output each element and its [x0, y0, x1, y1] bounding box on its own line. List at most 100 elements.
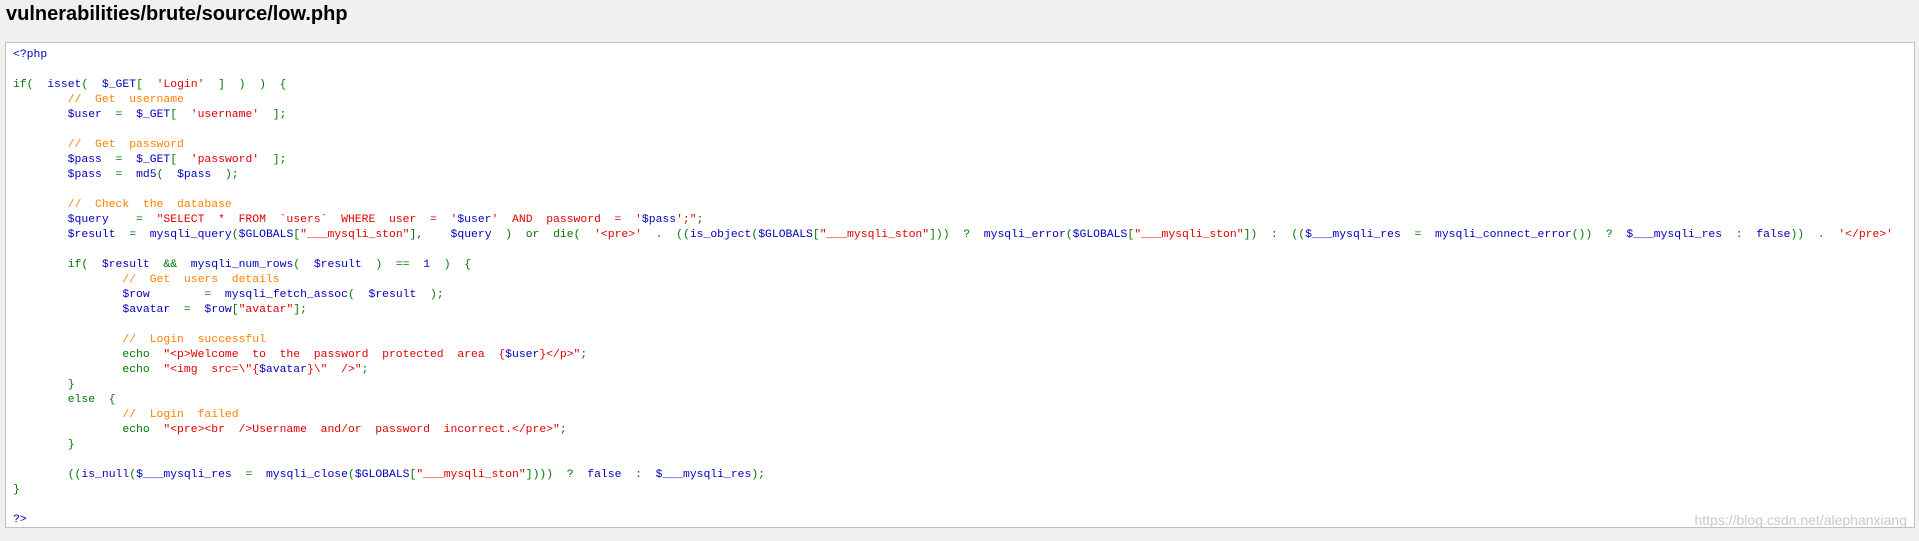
code-token-default: $pass — [641, 214, 677, 226]
code-token-default — [13, 94, 68, 106]
page-title: vulnerabilities/brute/source/low.php — [6, 3, 348, 25]
code-token-default: false — [587, 469, 636, 481]
code-token-keyword: ); — [224, 169, 239, 181]
code-token-html: <?php — [13, 49, 48, 61]
code-token-string: '</pre>' — [1838, 229, 1894, 241]
code-token-default: $result — [13, 229, 130, 241]
code-token-default: $_GET — [136, 154, 171, 166]
code-token-keyword: ; — [580, 349, 588, 361]
code-token-default — [13, 424, 122, 436]
code-token-keyword: : — [635, 469, 656, 481]
code-token-keyword: ( — [1065, 229, 1073, 241]
code-token-keyword: : — [1735, 229, 1757, 241]
code-token-keyword: echo — [122, 349, 164, 361]
code-token-keyword: ( — [156, 169, 178, 181]
code-token-default: mysqli_num_rows — [190, 259, 294, 271]
code-token-default: is_null — [81, 469, 130, 481]
code-line: if( isset( $_GET[ 'Login' ] ) ) { — [13, 78, 1893, 93]
code-token-default — [13, 334, 122, 346]
watermark: https://blog.csdn.net/alephanxiang — [1694, 512, 1908, 528]
code-token-default: $___mysqli_res — [136, 469, 246, 481]
code-token-string: 'password' — [190, 154, 260, 166]
code-token-string: 'username' — [190, 109, 260, 121]
code-token-default: $result — [101, 259, 164, 271]
code-token-default: $user — [505, 349, 540, 361]
code-token-string: 'Login' — [156, 79, 205, 91]
code-token-default: $GLOBALS — [238, 229, 294, 241]
code-token-default: $query — [450, 229, 506, 241]
code-token-keyword: ]; — [293, 304, 307, 316]
code-token-keyword: else { — [67, 394, 116, 406]
code-token-keyword: ]) : (( — [1243, 229, 1306, 241]
code-token-default: $row — [13, 289, 205, 301]
code-token-comment: // Get username — [67, 94, 184, 106]
code-token-default: $result — [313, 259, 376, 271]
code-token-keyword: = — [1414, 229, 1435, 241]
code-token-keyword: ( — [347, 289, 369, 301]
code-token-keyword: [ — [812, 229, 820, 241]
code-line: else { — [13, 393, 1893, 408]
code-line: if( $result && mysqli_num_rows( $result … — [13, 258, 1893, 273]
code-token-string: '<pre>' — [594, 229, 656, 241]
code-token-string: }\" />" — [306, 364, 362, 376]
code-token-keyword: = — [204, 289, 225, 301]
code-line: } — [13, 438, 1893, 453]
code-token-default — [13, 139, 68, 151]
code-token-string: ' AND password = ' — [491, 214, 642, 226]
code-token-keyword: ])) ? — [929, 229, 984, 241]
code-token-default: $result — [368, 289, 431, 301]
code-token-default — [13, 274, 122, 286]
code-token-keyword: ) { — [443, 259, 472, 271]
code-line: } — [13, 378, 1893, 393]
code-token-default: is_object — [689, 229, 752, 241]
code-token-default: mysqli_error — [983, 229, 1066, 241]
code-token-keyword: = — [115, 109, 137, 121]
code-token-keyword: = — [183, 304, 205, 316]
code-token-keyword: ]))) ? — [525, 469, 588, 481]
code-token-default: mysqli_close — [265, 469, 348, 481]
code-token-default — [13, 439, 68, 451]
code-token-string: "___mysqli_ston" — [416, 469, 526, 481]
source-code-panel: <?php if( isset( $_GET[ 'Login' ] ) ) { … — [5, 42, 1915, 528]
code-line: $result = mysqli_query($GLOBALS["___mysq… — [13, 228, 1893, 243]
code-token-default: $___mysqli_res — [1305, 229, 1415, 241]
code-token-default: 1 — [423, 259, 444, 271]
code-token-default: isset — [47, 79, 82, 91]
code-token-keyword: = — [136, 214, 157, 226]
code-token-string: "<pre><br />Username and/or password inc… — [163, 424, 560, 436]
code-token-default — [13, 394, 68, 406]
code-token-default: $GLOBALS — [758, 229, 813, 241]
code-token-default: $_GET — [101, 79, 137, 91]
code-token-default — [13, 364, 122, 376]
code-token-comment: // Check the database — [67, 199, 232, 211]
code-token-string: "avatar" — [238, 304, 294, 316]
code-token-keyword: echo — [122, 424, 164, 436]
code-token-string: "___mysqli_ston" — [300, 229, 410, 241]
code-token-string: ';" — [676, 214, 697, 226]
code-token-comment: // Login successful — [122, 334, 266, 346]
code-token-default: $_GET — [136, 109, 171, 121]
code-token-default: $GLOBALS — [1072, 229, 1128, 241]
code-token-keyword: ] ) ) { — [204, 79, 287, 91]
code-token-keyword: } — [67, 439, 75, 451]
code-token-keyword: if( — [67, 259, 102, 271]
code-token-comment: // Get password — [67, 139, 184, 151]
code-line: ((is_null($___mysqli_res = mysqli_close(… — [13, 468, 1893, 483]
code-token-keyword: ); — [751, 469, 766, 481]
code-line: <?php — [13, 48, 1893, 63]
code-token-default: false — [1756, 229, 1791, 241]
code-token-keyword: = — [245, 469, 266, 481]
code-token-default: $pass — [177, 169, 225, 181]
code-token-keyword: [ — [170, 109, 191, 121]
code-token-string: "<img src=\"{ — [163, 364, 260, 376]
code-token-keyword: )) . — [1790, 229, 1839, 241]
code-token-default — [13, 259, 68, 271]
php-source-code: <?php if( isset( $_GET[ 'Login' ] ) ) { … — [13, 48, 1893, 527]
code-token-keyword: ) == — [375, 259, 424, 271]
code-token-keyword: ) or die( — [505, 229, 595, 241]
